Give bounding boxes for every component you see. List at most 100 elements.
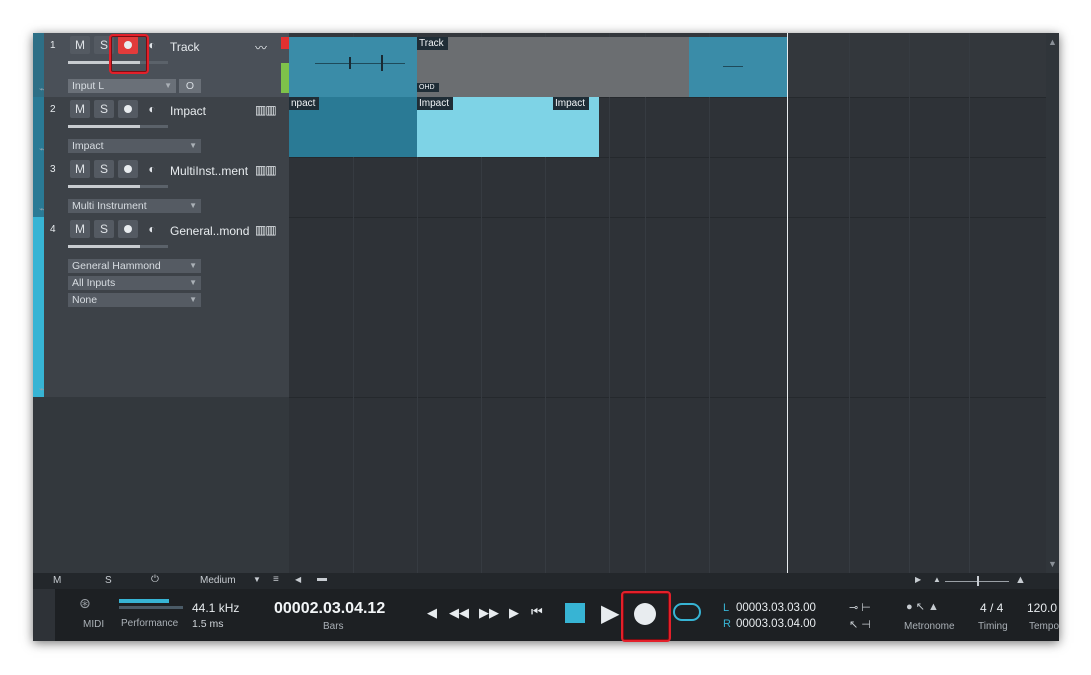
midi-label: MIDI	[83, 619, 105, 630]
global-solo-button[interactable]: S	[105, 575, 112, 586]
time-signature[interactable]: 4 / 4	[980, 601, 1003, 615]
record-arm-button[interactable]	[118, 160, 138, 178]
zoom-slider[interactable]: ▲ ▲	[933, 574, 1033, 586]
mute-button[interactable]: M	[70, 36, 90, 54]
audio-clip[interactable]	[289, 37, 417, 97]
clip-name: Track	[417, 37, 448, 50]
loop-left-locator[interactable]: 00003.03.03.00	[736, 602, 816, 614]
mute-button[interactable]: M	[70, 220, 90, 238]
waveform	[315, 63, 405, 64]
volume-fader[interactable]	[68, 125, 168, 128]
record-arm-button[interactable]	[118, 100, 138, 118]
mute-button[interactable]: M	[70, 160, 90, 178]
scroll-right-icon[interactable]: ▶	[915, 575, 921, 584]
playhead-cursor[interactable]	[787, 33, 788, 573]
scroll-left-icon[interactable]: ◀	[295, 575, 301, 584]
input-toggle-button[interactable]: O	[179, 79, 201, 93]
instrument-select[interactable]: Multi Instrument ▼	[68, 199, 201, 213]
position-display[interactable]: 00002.03.04.12	[274, 600, 385, 618]
track-3[interactable]: 3 M S ◐ MultiInst..ment ▥▥ Multi Instrum…	[33, 157, 289, 218]
tempo-value[interactable]: 120.0	[1027, 601, 1057, 615]
stop-button[interactable]	[565, 603, 585, 623]
lane-3	[289, 157, 1046, 218]
track-height-select[interactable]: Medium	[200, 575, 236, 586]
clip-name: Impact	[553, 97, 590, 110]
record-arm-button[interactable]	[118, 220, 138, 238]
performance-meter	[119, 599, 169, 603]
expand-icon[interactable]: ⌁	[39, 384, 44, 395]
solo-button[interactable]: S	[94, 100, 114, 118]
volume-fader[interactable]	[68, 245, 168, 248]
input-select[interactable]: All Inputs ▼	[68, 276, 201, 290]
solo-button[interactable]: S	[94, 220, 114, 238]
power-icon[interactable]: ⏻	[151, 574, 159, 585]
instrument-select[interactable]: Impact ▼	[68, 139, 201, 153]
record-button-highlight	[621, 591, 671, 642]
rewind-icon[interactable]: ◀◀	[449, 605, 469, 621]
expand-icon[interactable]: ⌁	[39, 204, 44, 215]
tempo-label: Tempo	[1029, 621, 1059, 632]
keyboard-icon: ▥▥	[255, 103, 277, 117]
empty-track-area	[33, 397, 289, 573]
chevron-down-icon[interactable]: ▼	[253, 575, 261, 584]
fast-forward-icon[interactable]: ▶▶	[479, 605, 499, 621]
track-name: Track	[170, 40, 200, 54]
punch-in-icon[interactable]: ⊸ ⊢	[849, 601, 871, 614]
mute-button[interactable]: M	[70, 100, 90, 118]
latency: 1.5 ms	[192, 618, 224, 630]
output-select[interactable]: None ▼	[68, 293, 201, 307]
monitor-button[interactable]: ◐	[142, 100, 162, 118]
track-list: 1 M S ◐ Track 〰 Input L ▼ O ⌁ 2 M S ◐ Imp…	[33, 33, 289, 573]
track-color	[33, 217, 44, 397]
vertical-scrollbar[interactable]: ▲ ▼	[1046, 33, 1059, 573]
previous-marker-icon[interactable]: ◀	[427, 605, 437, 621]
scroll-down-icon[interactable]: ▼	[1048, 559, 1057, 569]
transport-left-edge	[33, 589, 55, 641]
clip-name: npact	[289, 97, 320, 110]
track-name: General..mond	[170, 224, 250, 238]
loop-right-locator[interactable]: 00003.03.04.00	[736, 618, 816, 630]
level-meter	[281, 63, 289, 93]
play-button[interactable]: ▶	[601, 599, 619, 628]
return-to-zero-icon[interactable]: ⏮	[531, 604, 543, 620]
audio-clip[interactable]	[689, 37, 787, 97]
record-dot-icon	[124, 164, 132, 173]
track-number: 4	[50, 224, 56, 235]
instrument-clip[interactable]: Impact	[417, 97, 553, 157]
keyboard-icon: ▥▥	[255, 223, 277, 237]
horizontal-scroll-thumb[interactable]: ▬	[317, 573, 327, 584]
expand-icon[interactable]: ⌁	[39, 144, 44, 155]
precount-icon[interactable]: ↖ ⊣	[849, 618, 871, 631]
instrument-select[interactable]: General Hammond ▼	[68, 259, 201, 273]
track-4[interactable]: 4 M S ◐ General..mond ▥▥ General Hammond…	[33, 217, 289, 398]
chevron-down-icon: ▼	[189, 141, 197, 150]
global-mute-button[interactable]: M	[53, 575, 61, 586]
monitor-button[interactable]: ◐	[142, 160, 162, 178]
expand-icon[interactable]: ⌁	[39, 84, 44, 95]
zoom-out-icon[interactable]: ▲	[933, 575, 941, 584]
zoom-in-icon[interactable]: ▲	[1015, 574, 1026, 586]
instrument-clip[interactable]: npact	[289, 97, 417, 157]
list-icon[interactable]: ≡	[273, 574, 279, 585]
audio-waveform-icon: 〰	[255, 41, 267, 55]
solo-button[interactable]: S	[94, 160, 114, 178]
input-select[interactable]: Input L ▼	[68, 79, 176, 93]
chevron-down-icon: ▼	[164, 81, 172, 90]
track-number: 3	[50, 164, 56, 175]
next-marker-icon[interactable]: ▶	[509, 605, 519, 621]
input-select-value: All Inputs	[72, 277, 116, 289]
track-number: 1	[50, 40, 56, 51]
instrument-select-value: Impact	[72, 140, 104, 152]
chevron-down-icon: ▼	[189, 295, 197, 304]
instrument-clip[interactable]: Impact	[553, 97, 599, 157]
monitor-button[interactable]: ◐	[142, 220, 162, 238]
track-2[interactable]: 2 M S ◐ Impact ▥▥ Impact ▼ ⌁	[33, 97, 289, 158]
track-list-footer: M S ⏻ Medium ▼ ≡ ◀ ▬ ▶ ▲ ▲	[33, 573, 1059, 589]
track-1[interactable]: 1 M S ◐ Track 〰 Input L ▼ O ⌁	[33, 33, 289, 98]
audio-clip-recording[interactable]: Track OHD	[417, 37, 689, 97]
clip-indicator	[281, 37, 289, 49]
scroll-up-icon[interactable]: ▲	[1048, 37, 1057, 47]
volume-fader[interactable]	[68, 185, 168, 188]
metronome-toggle-icon[interactable]: ● ↖ ▲	[906, 600, 939, 613]
loop-icon[interactable]	[673, 603, 701, 621]
